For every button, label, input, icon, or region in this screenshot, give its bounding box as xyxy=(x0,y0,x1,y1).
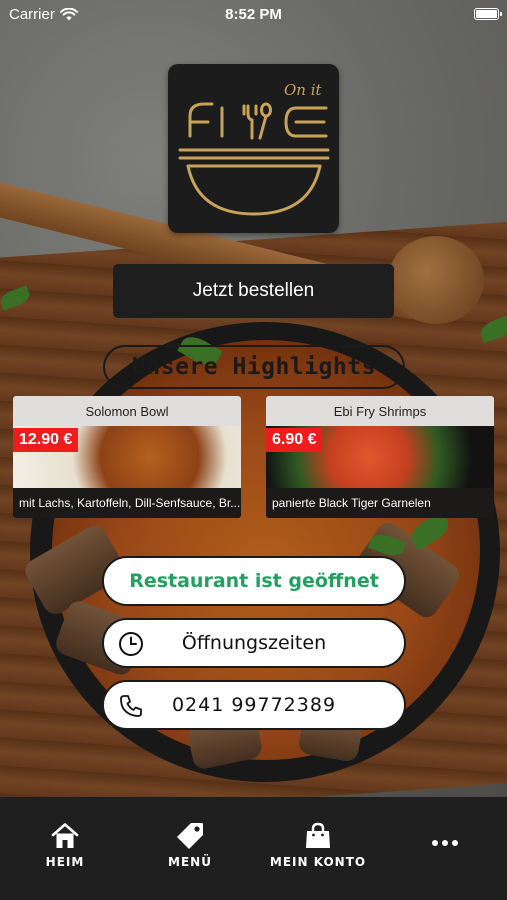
status-time: 8:52 PM xyxy=(225,6,282,23)
bottom-tab-bar: HEIM MENÜ MEIN KONTO xyxy=(0,797,507,900)
order-now-label: Jetzt bestellen xyxy=(192,280,315,301)
clock-icon xyxy=(119,632,143,656)
more-dots-icon xyxy=(432,840,458,846)
logo-tagline: On it xyxy=(284,81,323,99)
restaurant-logo: On it xyxy=(168,64,339,233)
order-now-button[interactable]: Jetzt bestellen xyxy=(113,264,394,318)
highlight-card[interactable]: Ebi Fry Shrimps 6.90 € panierte Black Ti… xyxy=(266,396,494,518)
status-bar: Carrier 8:52 PM xyxy=(0,0,507,30)
opening-hours-button[interactable]: Öffnungszeiten xyxy=(102,618,406,668)
home-icon xyxy=(51,823,79,848)
tab-menu[interactable]: MENÜ xyxy=(160,821,220,869)
shopping-bag-icon xyxy=(306,822,330,848)
tab-home[interactable]: HEIM xyxy=(38,821,92,869)
phone-icon xyxy=(120,695,142,717)
highlight-card-description: mit Lachs, Kartoffeln, Dill-Senfsauce, B… xyxy=(13,488,241,518)
highlights-title: Unsere Highlights xyxy=(132,354,376,380)
restaurant-open-status-button[interactable]: Restaurant ist geöffnet xyxy=(102,556,406,606)
restaurant-open-status-label: Restaurant ist geöffnet xyxy=(129,570,379,592)
highlight-card-name: Solomon Bowl xyxy=(13,396,241,426)
highlight-card[interactable]: Solomon Bowl 12.90 € mit Lachs, Kartoffe… xyxy=(13,396,241,518)
tab-menu-label: MENÜ xyxy=(168,855,212,869)
price-badge: 6.90 € xyxy=(266,428,323,452)
tag-icon xyxy=(177,823,203,849)
price-badge: 12.90 € xyxy=(13,428,79,452)
tab-my-account-label: MEIN KONTO xyxy=(269,855,367,869)
phone-call-button[interactable]: 0241 99772389 xyxy=(102,680,406,730)
highlights-header: Unsere Highlights xyxy=(103,345,405,389)
phone-number-label: 0241 99772389 xyxy=(171,694,337,716)
opening-hours-label: Öffnungszeiten xyxy=(181,632,327,654)
tab-my-account[interactable]: MEIN KONTO xyxy=(266,821,370,869)
highlight-card-description: panierte Black Tiger Garnelen xyxy=(266,488,494,518)
tab-more[interactable] xyxy=(420,833,470,853)
tab-home-label: HEIM xyxy=(45,855,85,869)
battery-icon xyxy=(474,8,502,20)
highlight-card-name: Ebi Fry Shrimps xyxy=(266,396,494,426)
